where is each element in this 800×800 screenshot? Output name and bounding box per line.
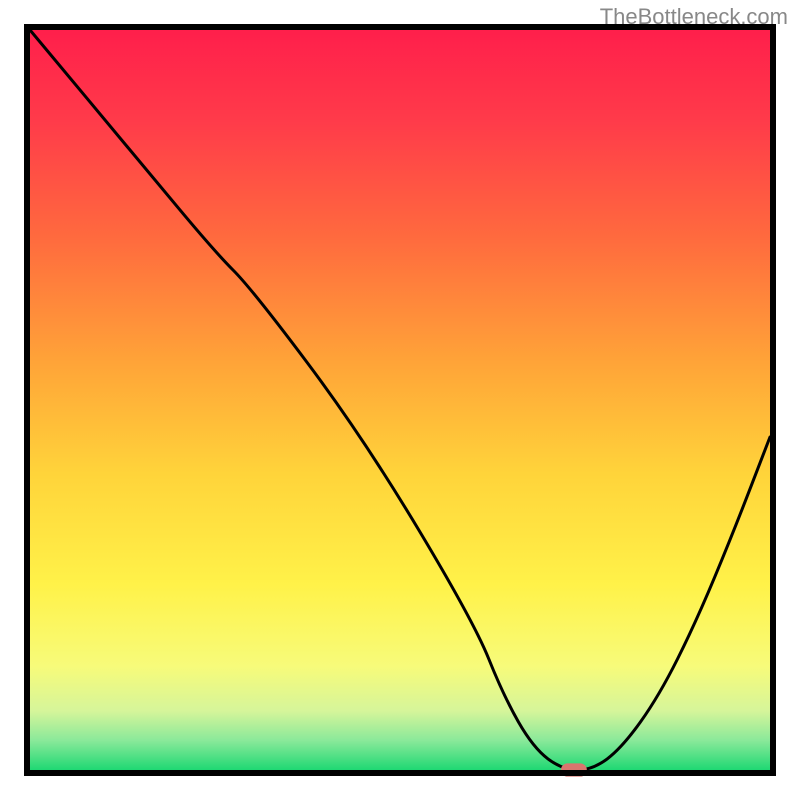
watermark-label: TheBottleneck.com (600, 4, 788, 30)
chart-container: TheBottleneck.com (0, 0, 800, 800)
plot-background (30, 30, 770, 770)
bottleneck-chart (0, 0, 800, 800)
